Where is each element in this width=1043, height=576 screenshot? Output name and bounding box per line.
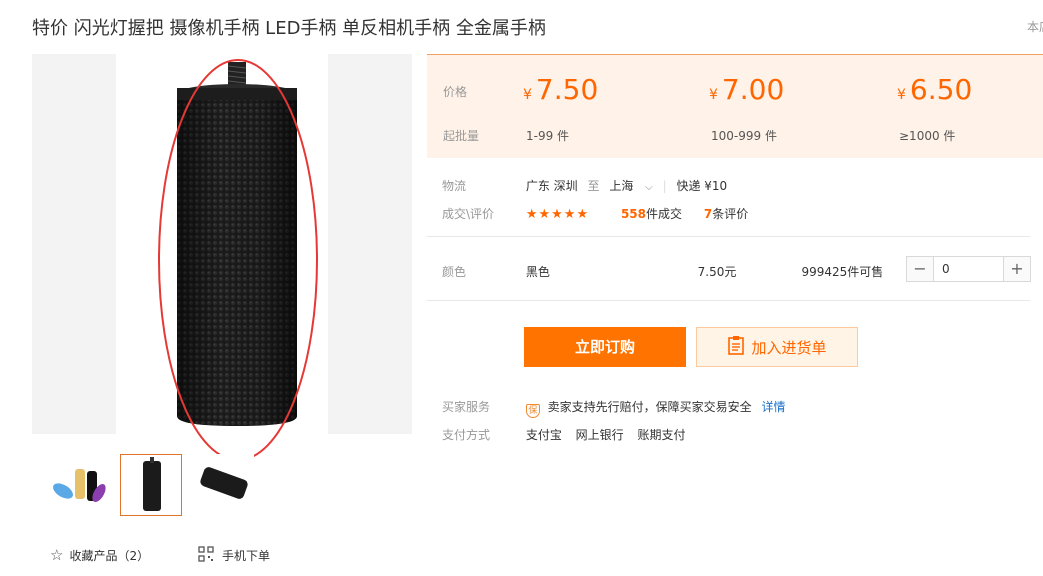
thumbnail-1[interactable] xyxy=(48,454,110,516)
increase-button[interactable]: + xyxy=(1003,257,1030,281)
deals-link[interactable]: 558件成交 xyxy=(621,207,682,221)
grip-illustration xyxy=(158,59,318,461)
product-title: 特价 闪光灯握把 摄像机手柄 LED手柄 单反相机手柄 全金属手柄 xyxy=(32,18,546,39)
main-product-image[interactable] xyxy=(32,54,412,461)
sku-stock: 999425件可售 xyxy=(801,265,884,279)
to-word: 至 xyxy=(587,179,600,193)
thumbnail-strip xyxy=(48,454,254,516)
moq-label: 起批量 xyxy=(443,129,480,143)
divider xyxy=(427,236,1030,237)
favorite-label: 收藏产品（2） xyxy=(69,548,150,563)
buyer-service-label: 买家服务 xyxy=(442,400,491,414)
sku-price: 7.50元 xyxy=(697,265,737,279)
thumbnail-3[interactable] xyxy=(192,454,254,516)
payment-method: 网上银行 xyxy=(575,428,624,442)
decrease-button[interactable]: − xyxy=(907,257,934,281)
qr-code-icon xyxy=(198,546,214,565)
sku-color-value: 黑色 xyxy=(525,265,550,279)
shop-link[interactable]: 本店 xyxy=(1027,18,1043,35)
details-link[interactable]: 详情 xyxy=(762,400,786,414)
payment-method: 支付宝 xyxy=(525,428,562,442)
divider xyxy=(427,300,1030,301)
logistics-row: 物流 广东 深圳 至 上海 ⌵ | 快递 ¥10 xyxy=(442,179,728,193)
quantity-input[interactable]: 0 xyxy=(934,257,1003,281)
logistics-label: 物流 xyxy=(442,179,467,193)
payment-row: 支付方式 支付宝 网上银行 账期支付 xyxy=(442,426,686,443)
buyer-service-row: 买家服务 保 卖家支持先行赔付，保障买家交易安全 详情 xyxy=(442,398,786,418)
origin-location: 广东 深圳 xyxy=(525,179,578,193)
star-outline-icon: ☆ xyxy=(50,546,64,564)
add-to-cart-button[interactable]: 加入进货单 xyxy=(696,327,858,367)
reviews-label: 成交\评价 xyxy=(442,207,495,221)
buy-now-button[interactable]: 立即订购 xyxy=(524,327,686,367)
mobile-order-button[interactable]: 手机下单 xyxy=(198,546,270,565)
sku-color-label: 颜色 xyxy=(442,265,467,279)
destination-select[interactable]: 上海 ⌵ xyxy=(609,179,656,193)
shipping-fee: 快递 ¥10 xyxy=(676,179,728,193)
reviews-link[interactable]: 7条评价 xyxy=(704,207,748,221)
guarantee-text: 卖家支持先行赔付，保障买家交易安全 xyxy=(547,400,752,414)
price-tier-3: ¥6.50 xyxy=(897,73,973,106)
payment-method: 账期支付 xyxy=(637,428,686,442)
clipboard-icon xyxy=(727,335,745,359)
payment-label: 支付方式 xyxy=(442,428,491,442)
shield-icon: 保 xyxy=(525,404,540,418)
add-to-cart-label: 加入进货单 xyxy=(751,338,827,357)
price-tier-2: ¥7.00 xyxy=(709,73,785,106)
chevron-down-icon: ⌵ xyxy=(645,182,653,193)
favorite-button[interactable]: ☆ 收藏产品（2） xyxy=(50,546,149,564)
rating-stars: ★★★★★ xyxy=(525,207,590,222)
thumbnail-2[interactable] xyxy=(120,454,182,516)
mobile-order-label: 手机下单 xyxy=(222,549,271,563)
reviews-row: 成交\评价 ★★★★★ 558件成交 7条评价 xyxy=(442,205,748,222)
quantity-stepper: − 0 + xyxy=(906,256,1031,282)
price-panel: 价格 起批量 ¥7.50 ¥7.00 ¥6.50 1-99 件 100-999 … xyxy=(427,54,1043,158)
range-tier-1: 1-99 件 xyxy=(526,129,570,143)
price-label: 价格 xyxy=(443,85,468,99)
range-tier-2: 100-999 件 xyxy=(711,129,777,143)
price-tier-1: ¥7.50 xyxy=(523,73,599,106)
sku-row: 颜色 黑色 7.50元 999425件可售 xyxy=(442,263,883,280)
range-tier-3: ≥1000 件 xyxy=(899,129,956,143)
